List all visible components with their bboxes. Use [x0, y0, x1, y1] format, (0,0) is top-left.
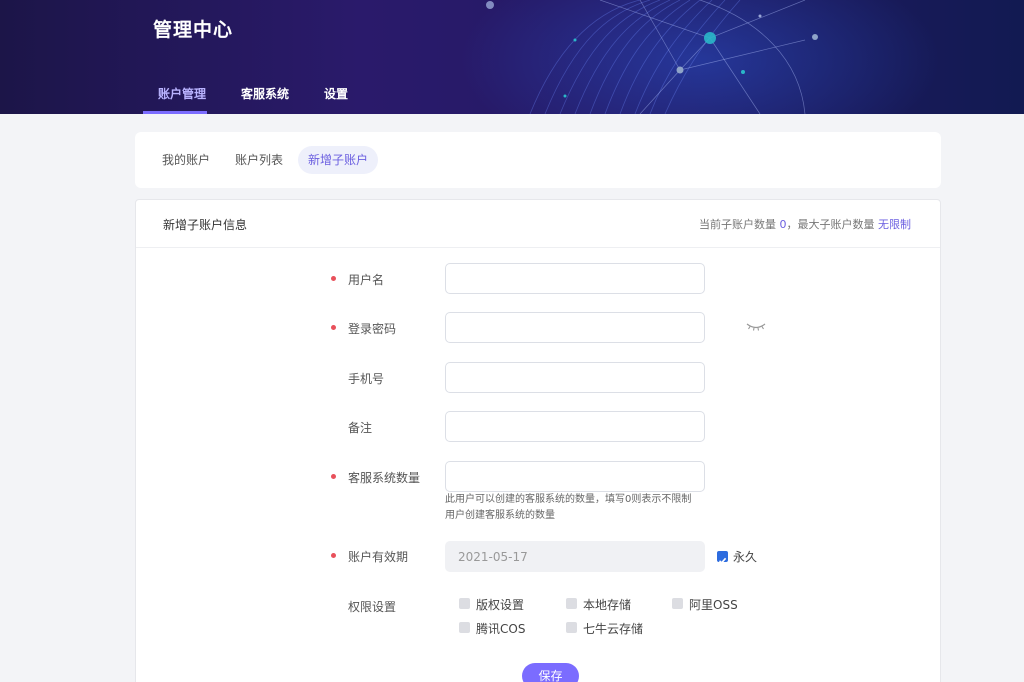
perm-checkbox-copyright[interactable] — [459, 598, 470, 609]
perm-label-copyright: 版权设置 — [476, 598, 525, 612]
perm-checkbox-aliyun-oss[interactable] — [672, 598, 683, 609]
checkmark-icon — [718, 557, 727, 564]
validity-date-input: 2021-05-17 — [445, 541, 705, 572]
eye-closed-icon[interactable] — [746, 321, 766, 333]
required-marker — [331, 474, 336, 479]
subnav-card: 我的账户 账户列表 新增子账户 — [135, 132, 941, 188]
app-title: 管理中心 — [153, 19, 234, 41]
perm-label-qiniu: 七牛云存储 — [583, 622, 644, 636]
remark-input[interactable] — [445, 411, 705, 442]
nav-tab-settings[interactable]: 设置 — [324, 85, 348, 114]
cs-count-label: 客服系统数量 — [348, 471, 421, 485]
card-title: 新增子账户信息 — [163, 218, 248, 232]
required-marker — [331, 553, 336, 558]
remark-label: 备注 — [348, 421, 373, 435]
subtab-account-list[interactable]: 账户列表 — [225, 146, 293, 174]
subtab-add-subaccount[interactable]: 新增子账户 — [298, 146, 379, 174]
cs-count-input[interactable] — [445, 461, 705, 492]
stat-mid: ，最大子账户数量 — [786, 218, 875, 231]
hint-line-1: 此用户可以创建的客服系统的数量，填写0则表示不限制 — [445, 494, 692, 505]
stat-count: 0 — [779, 218, 787, 231]
perm-checkbox-qiniu[interactable] — [566, 622, 577, 633]
stat-prefix: 当前子账户数量 — [699, 218, 776, 231]
username-input[interactable] — [445, 263, 705, 294]
username-label: 用户名 — [348, 273, 385, 287]
subaccount-stats: 当前子账户数量 0，最大子账户数量 无限制 — [699, 216, 911, 232]
perm-label-local-storage: 本地存储 — [583, 598, 632, 612]
top-header: 管理中心 账户管理 客服系统 设置 — [0, 0, 1024, 114]
validity-label: 账户有效期 — [348, 550, 409, 564]
add-subaccount-card: 新增子账户信息 当前子账户数量 0，最大子账户数量 无限制 用户名 登录密码 手… — [135, 199, 941, 682]
perm-checkbox-tencent-cos[interactable] — [459, 622, 470, 633]
phone-label: 手机号 — [348, 372, 385, 386]
forever-label: 永久 — [733, 550, 758, 564]
card-header: 新增子账户信息 当前子账户数量 0，最大子账户数量 无限制 — [136, 200, 940, 248]
perm-label-tencent-cos: 腾讯COS — [476, 622, 526, 636]
hint-line-2: 用户创建客服系统的数量 — [445, 510, 555, 521]
forever-checkbox[interactable] — [717, 551, 728, 564]
subtab-my-account[interactable]: 我的账户 — [152, 146, 220, 174]
nav-tab-customer-service[interactable]: 客服系统 — [241, 85, 289, 114]
permissions-label: 权限设置 — [348, 600, 397, 614]
password-label: 登录密码 — [348, 322, 397, 336]
phone-input[interactable] — [445, 362, 705, 393]
nav-tab-account-management[interactable]: 账户管理 — [158, 85, 206, 114]
perm-checkbox-local-storage[interactable] — [566, 598, 577, 609]
password-input[interactable] — [445, 312, 705, 343]
required-marker — [331, 325, 336, 330]
save-button[interactable]: 保存 — [522, 663, 579, 682]
cs-count-hint: 此用户可以创建的客服系统的数量，填写0则表示不限制 用户创建客服系统的数量 — [445, 492, 691, 524]
active-tab-indicator — [143, 111, 207, 114]
stat-max: 无限制 — [878, 218, 911, 231]
required-marker — [331, 276, 336, 281]
perm-label-aliyun-oss: 阿里OSS — [689, 598, 738, 612]
